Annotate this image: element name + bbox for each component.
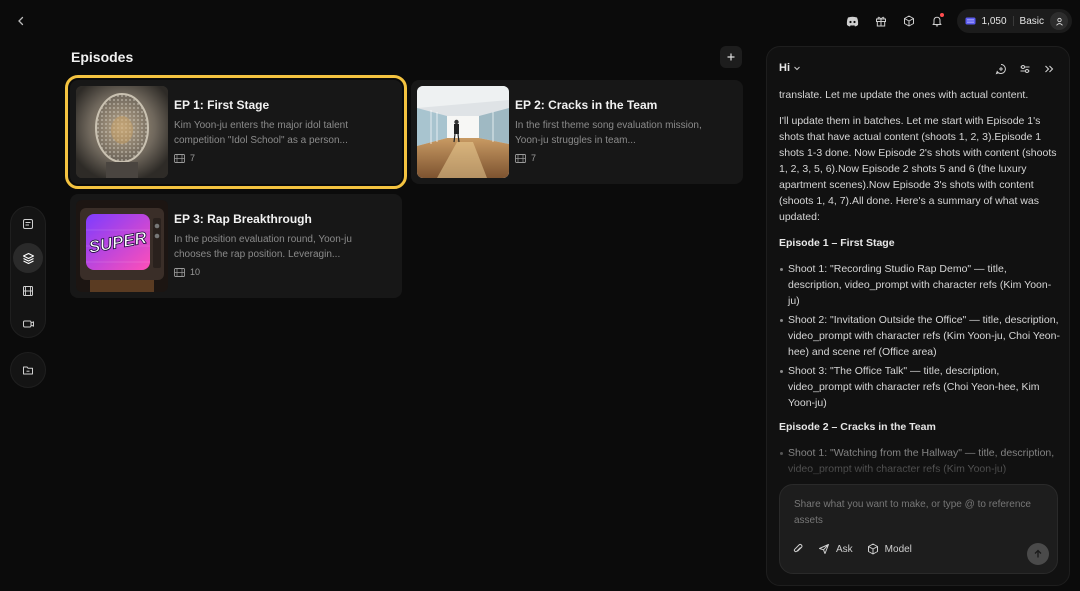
list-item: Shoot 1: "Watching from the Hallway" — t… bbox=[779, 445, 1061, 477]
summary-list: Shoot 1: "Watching from the Hallway" — t… bbox=[779, 445, 1061, 477]
sidebar-item-assets[interactable] bbox=[13, 355, 43, 385]
folder-icon bbox=[23, 366, 33, 375]
episode-description: In the first theme song evaluation missi… bbox=[515, 120, 702, 146]
chat-title-dropdown[interactable]: Hi bbox=[779, 62, 801, 74]
prompt-input[interactable] bbox=[794, 497, 1044, 531]
sliders-icon bbox=[1020, 65, 1030, 73]
gift-icon bbox=[875, 16, 886, 27]
list-item: Shoot 3: "The Office Talk" — title, desc… bbox=[779, 363, 1061, 411]
episode-card[interactable]: EP 2: Cracks in the Team In the first th… bbox=[411, 80, 743, 184]
model-label: Model bbox=[884, 543, 912, 555]
episode-title: EP 1: First Stage bbox=[174, 98, 270, 112]
discord-button[interactable] bbox=[839, 8, 867, 34]
send-plane-icon bbox=[819, 544, 829, 554]
assistant-message-text: translate. Let me update the ones with a… bbox=[779, 89, 1029, 101]
episode-shot-count: 7 bbox=[174, 153, 195, 163]
top-actions: 1,050 Basic bbox=[839, 8, 1072, 34]
composer-tools: Ask Model bbox=[792, 543, 912, 555]
list-item: Shoot 1: "Recording Studio Rap Demo" — t… bbox=[779, 261, 1061, 309]
episode-description: In the position evaluation round, Yoon-j… bbox=[174, 234, 352, 260]
chat-title: Hi bbox=[779, 62, 790, 74]
chat-header: Hi bbox=[779, 61, 1057, 79]
episode-thumbnail-hallway bbox=[417, 86, 509, 178]
episode-card[interactable]: SUPER EP 3: Rap Breakthrough In the posi… bbox=[70, 194, 402, 298]
ask-label: Ask bbox=[836, 543, 853, 555]
episode-thumbnail-microphone bbox=[76, 86, 168, 178]
summary-section-title: Episode 1 – First Stage bbox=[779, 237, 895, 249]
cube-icon bbox=[867, 543, 878, 555]
episode-description: Kim Yoon-ju enters the major idol talent… bbox=[174, 120, 348, 146]
top-bar: 1,050 Basic bbox=[0, 0, 1080, 42]
document-icon bbox=[23, 219, 33, 229]
settings-button[interactable] bbox=[1017, 61, 1033, 77]
new-chat-button[interactable] bbox=[993, 61, 1009, 77]
plus-icon bbox=[727, 53, 735, 61]
back-button[interactable] bbox=[12, 12, 30, 30]
cube-icon bbox=[903, 15, 914, 27]
chat-messages: translate. Let me update the ones with a… bbox=[779, 87, 1061, 483]
film-icon bbox=[174, 153, 185, 163]
chevron-left-icon bbox=[18, 16, 24, 26]
avatar[interactable] bbox=[1050, 12, 1068, 30]
episode-card[interactable]: EP 1: First Stage Kim Yoon-ju enters the… bbox=[65, 75, 407, 189]
summary-list: Shoot 1: "Recording Studio Rap Demo" — t… bbox=[779, 261, 1061, 411]
shot-count-value: 7 bbox=[190, 153, 196, 163]
film-icon bbox=[174, 267, 185, 277]
sidebar-item-storyboard[interactable] bbox=[13, 276, 43, 306]
chat-actions bbox=[993, 61, 1057, 77]
sidebar-item-script[interactable] bbox=[13, 209, 43, 239]
model-selector-button[interactable]: Model bbox=[867, 543, 912, 555]
left-sidebar bbox=[10, 206, 46, 388]
gift-button[interactable] bbox=[867, 8, 895, 34]
cube-button[interactable] bbox=[895, 8, 923, 34]
double-chevron-right-icon bbox=[1045, 65, 1054, 73]
shot-count-value: 7 bbox=[531, 153, 537, 163]
episode-title: EP 3: Rap Breakthrough bbox=[174, 212, 312, 226]
discord-icon bbox=[846, 16, 859, 26]
attach-button[interactable] bbox=[792, 543, 804, 555]
chevron-down-icon bbox=[794, 66, 800, 71]
notifications-button[interactable] bbox=[923, 8, 951, 34]
send-button[interactable] bbox=[1027, 543, 1049, 565]
page-title: Episodes bbox=[71, 49, 134, 65]
episode-title: EP 2: Cracks in the Team bbox=[515, 98, 658, 112]
credits-plan-pill[interactable]: 1,050 Basic bbox=[956, 9, 1072, 33]
video-camera-icon bbox=[22, 320, 34, 328]
collapse-panel-button[interactable] bbox=[1041, 61, 1057, 77]
chat-panel: Hi translate. Let me update the ones wit… bbox=[766, 46, 1070, 586]
episode-thumbnail-retro-tv: SUPER bbox=[76, 200, 168, 292]
episode-shot-count: 7 bbox=[515, 153, 536, 163]
credits-icon bbox=[965, 17, 976, 25]
paperclip-icon bbox=[793, 543, 803, 553]
credits-value: 1,050 bbox=[981, 15, 1007, 27]
chat-plus-icon bbox=[995, 64, 1006, 75]
pill-divider bbox=[1012, 16, 1014, 26]
arrow-up-icon bbox=[1034, 549, 1042, 558]
film-icon bbox=[515, 153, 526, 163]
sidebar-item-video[interactable] bbox=[13, 309, 43, 339]
chat-composer: Ask Model bbox=[779, 484, 1058, 574]
layers-icon bbox=[22, 252, 34, 264]
shot-count-value: 10 bbox=[190, 267, 201, 277]
assistant-message-text: I'll update them in batches. Let me star… bbox=[779, 115, 1057, 223]
add-episode-button[interactable] bbox=[720, 46, 742, 68]
film-icon bbox=[23, 286, 33, 296]
summary-section-title: Episode 2 – Cracks in the Team bbox=[779, 421, 936, 433]
notification-dot bbox=[939, 13, 944, 17]
episode-shot-count: 10 bbox=[174, 267, 200, 277]
list-item: Shoot 2: "Invitation Outside the Office"… bbox=[779, 312, 1061, 360]
plan-label: Basic bbox=[1019, 15, 1044, 27]
user-icon bbox=[1055, 17, 1063, 26]
ask-mode-button[interactable]: Ask bbox=[818, 543, 853, 555]
sidebar-item-episodes[interactable] bbox=[13, 243, 43, 273]
